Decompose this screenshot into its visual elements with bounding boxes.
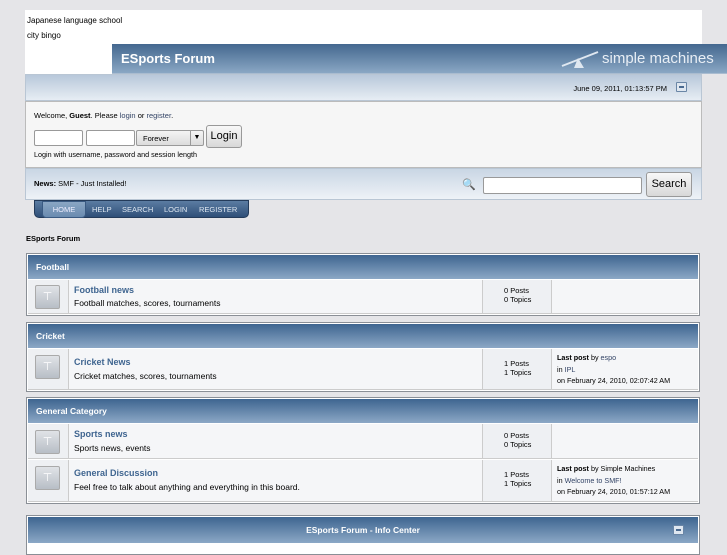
header-blank xyxy=(25,44,112,74)
category-cricket: Cricket ⊤ Cricket News Cricket matches, … xyxy=(26,322,700,392)
password-input[interactable] xyxy=(86,130,135,146)
upper-section: June 09, 2011, 01:13:57 PM xyxy=(25,74,702,101)
login-link[interactable]: login xyxy=(120,111,136,120)
username-input[interactable] xyxy=(34,130,83,146)
seesaw-logo-icon xyxy=(561,51,599,68)
board-icon: ⊤ xyxy=(35,355,60,379)
category-title[interactable]: General Category xyxy=(28,399,698,423)
board-desc: Football matches, scores, tournaments xyxy=(74,298,221,308)
register-link[interactable]: register xyxy=(146,111,171,120)
board-icon: ⊤ xyxy=(35,466,60,490)
board-desc: Feel free to talk about anything and eve… xyxy=(74,482,300,492)
category-general: General Category ⊤ Sports news Sports ne… xyxy=(26,397,700,504)
board-name[interactable]: Sports news xyxy=(74,429,128,439)
menu-login[interactable]: LOGIN xyxy=(164,205,187,214)
board-name[interactable]: Football news xyxy=(74,285,134,295)
news-bar: News: SMF - Just Installed! 🔍 Search xyxy=(25,168,702,200)
board-name[interactable]: General Discussion xyxy=(74,468,158,478)
last-post: Last post by Simple Machines in Welcome … xyxy=(557,464,671,496)
board-stats: 0 Posts 0 Topics xyxy=(482,280,552,313)
menu-search[interactable]: SEARCH xyxy=(122,205,153,214)
forum-title: ESports Forum xyxy=(121,51,215,66)
last-post-topic[interactable]: IPL xyxy=(565,365,576,374)
board-name[interactable]: Cricket News xyxy=(74,357,131,367)
search-button[interactable]: Search xyxy=(646,172,692,197)
session-length-select[interactable]: Forever ▼ xyxy=(136,130,204,146)
board-row: ⊤ General Discussion Feel free to talk a… xyxy=(28,459,698,502)
login-box: Welcome, Guest. Please login or register… xyxy=(25,101,702,168)
board-row: ⊤ Football news Football matches, scores… xyxy=(28,279,698,314)
last-post-user: Simple Machines xyxy=(600,464,656,473)
welcome-text: Welcome, Guest. Please login or register… xyxy=(34,111,174,120)
smf-logo: simple machines xyxy=(560,48,727,70)
info-center-title: ESports Forum - Info Center xyxy=(306,525,420,535)
last-post-topic[interactable]: Welcome to SMF! xyxy=(565,476,622,485)
magnifier-icon: 🔍 xyxy=(462,179,476,191)
category-football: Football ⊤ Football news Football matche… xyxy=(26,253,700,316)
board-stats: 0 Posts 0 Topics xyxy=(482,424,552,458)
collapse-icon[interactable] xyxy=(676,82,687,92)
board-row: ⊤ Sports news Sports news, events 0 Post… xyxy=(28,423,698,459)
category-title[interactable]: Cricket xyxy=(28,324,698,348)
board-stats: 1 Posts 1 Topics xyxy=(482,349,552,389)
main-menu: HOME HELP SEARCH LOGIN REGISTER xyxy=(34,200,249,218)
search-input[interactable] xyxy=(483,177,642,194)
breadcrumb[interactable]: ESports Forum xyxy=(26,234,80,243)
board-row: ⊤ Cricket News Cricket matches, scores, … xyxy=(28,348,698,390)
board-icon: ⊤ xyxy=(35,285,60,309)
last-post-user[interactable]: espo xyxy=(601,353,617,362)
login-button[interactable]: Login xyxy=(206,125,242,148)
chevron-down-icon: ▼ xyxy=(190,131,203,145)
last-post: Last post by espo in IPL on February 24,… xyxy=(557,353,671,385)
category-title[interactable]: Football xyxy=(28,255,698,279)
top-link[interactable]: city bingo xyxy=(27,31,61,40)
date-time: June 09, 2011, 01:13:57 PM xyxy=(573,84,667,93)
menu-help[interactable]: HELP xyxy=(92,205,112,214)
board-stats: 1 Posts 1 Topics xyxy=(482,460,552,501)
menu-home[interactable]: HOME xyxy=(42,201,86,218)
board-desc: Sports news, events xyxy=(74,443,151,453)
menu-register[interactable]: REGISTER xyxy=(199,205,237,214)
top-link[interactable]: Japanese language school xyxy=(27,16,122,25)
top-links: Japanese language school city bingo xyxy=(25,10,702,44)
news-text: News: SMF - Just Installed! xyxy=(34,179,127,188)
info-center: ESports Forum - Info Center xyxy=(26,515,700,555)
board-desc: Cricket matches, scores, tournaments xyxy=(74,371,217,381)
logo-text: simple machines xyxy=(602,50,714,67)
collapse-icon[interactable] xyxy=(673,525,684,535)
board-icon: ⊤ xyxy=(35,430,60,454)
login-hint: Login with username, password and sessio… xyxy=(34,150,198,159)
